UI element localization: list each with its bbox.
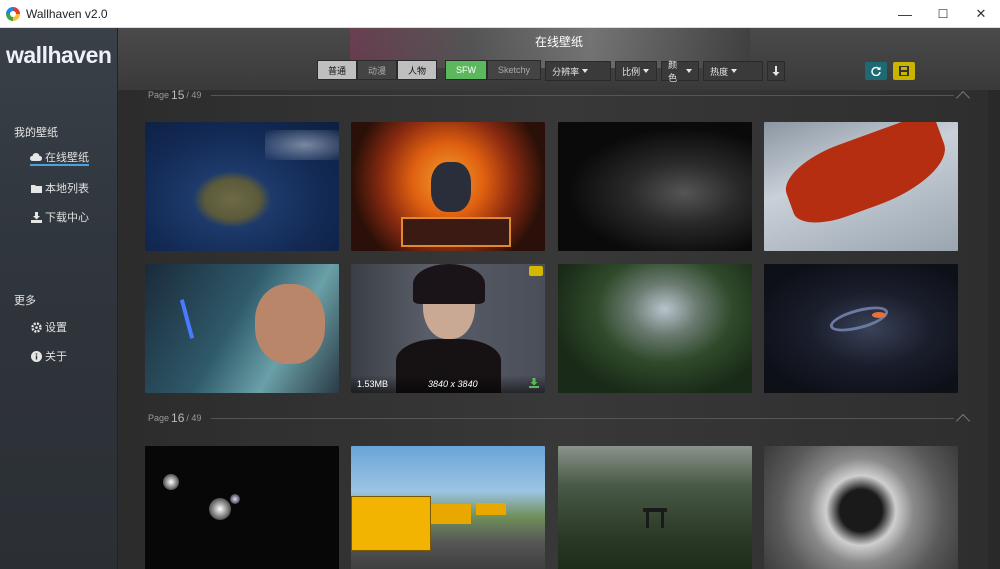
window-controls: — ☐ ✕	[886, 0, 1000, 28]
category-people-button[interactable]: 人物	[397, 60, 438, 80]
folder-icon	[30, 182, 42, 194]
minimize-button[interactable]: —	[886, 0, 924, 28]
close-button[interactable]: ✕	[962, 0, 1000, 28]
wallpaper-thumbnail[interactable]	[145, 264, 339, 393]
sidebar-item-online-wallpapers[interactable]: 在线壁纸	[30, 150, 89, 166]
gear-icon	[30, 321, 42, 333]
sidebar-item-label: 在线壁纸	[45, 151, 89, 164]
wallpaper-thumbnail[interactable]	[764, 446, 958, 569]
filter-toolbar: 普通 动漫 人物 SFW Sketchy 分辨率 比例 颜色 热度	[317, 60, 786, 83]
maximize-button[interactable]: ☐	[924, 0, 962, 28]
sidebar: wallhaven 我的壁纸 在线壁纸 本地列表 下载中心 更多 设置 关于	[0, 28, 118, 569]
sort-direction-button[interactable]	[767, 61, 786, 81]
chevron-down-icon	[686, 69, 693, 73]
sidebar-item-about[interactable]: 关于	[30, 348, 67, 364]
sidebar-item-label: 下载中心	[45, 212, 89, 224]
resolution-label: 分辨率	[552, 66, 580, 77]
wallpaper-thumbnail[interactable]	[351, 122, 545, 251]
chevron-down-icon	[582, 69, 589, 73]
wallpaper-thumbnail[interactable]	[764, 264, 958, 393]
ratio-label: 比例	[622, 66, 641, 77]
app-logo-icon	[6, 6, 20, 21]
arrow-down-icon	[772, 66, 780, 76]
purity-sketchy-button[interactable]: Sketchy	[487, 60, 542, 80]
page-divider-16: Page 16 / 49	[148, 411, 971, 429]
thumbnail-file-size: 1.53MB	[357, 379, 389, 389]
scrollbar[interactable]	[988, 90, 1000, 569]
download-icon[interactable]	[529, 377, 539, 391]
cloud-icon	[30, 151, 42, 163]
chevron-up-icon[interactable]	[955, 413, 971, 429]
info-icon	[30, 350, 42, 362]
title-bar: Wallhaven v2.0 — ☐ ✕	[0, 0, 1000, 28]
refresh-icon	[871, 66, 881, 76]
wallpaper-thumbnail[interactable]: 1.53MB 3840 x 3840	[351, 264, 545, 393]
category-anime-button[interactable]: 动漫	[357, 60, 398, 80]
my-wallpapers-heading: 我的壁纸	[14, 127, 58, 139]
color-label: 颜色	[668, 60, 678, 83]
chevron-down-icon	[731, 69, 738, 73]
wallpaper-thumbnail[interactable]	[558, 264, 752, 393]
page-prefix: Page	[148, 90, 170, 100]
divider-line	[211, 417, 954, 419]
sidebar-item-download-center[interactable]: 下载中心	[30, 209, 89, 225]
sidebar-item-label: 关于	[45, 351, 67, 363]
category-general-button[interactable]: 普通	[317, 60, 358, 80]
chevron-up-icon[interactable]	[955, 90, 971, 106]
divider-line	[211, 94, 954, 96]
category-group: 普通 动漫 人物	[317, 60, 438, 82]
purity-group: SFW Sketchy	[445, 60, 542, 82]
page-title: 在线壁纸	[534, 35, 583, 49]
sidebar-item-local-list[interactable]: 本地列表	[30, 180, 89, 196]
app-window: Wallhaven v2.0 — ☐ ✕ wallhaven 我的壁纸 在线壁纸…	[0, 0, 1000, 569]
window-title: Wallhaven v2.0	[26, 6, 108, 21]
save-button[interactable]	[893, 62, 915, 80]
sort-label: 热度	[710, 66, 729, 77]
more-heading: 更多	[14, 295, 36, 307]
brand-logo: wallhaven	[6, 42, 112, 68]
sidebar-item-label: 设置	[45, 322, 67, 334]
thumbnail-resolution: 3840 x 3840	[428, 379, 478, 389]
page-prefix: Page	[148, 413, 170, 423]
resolution-dropdown[interactable]: 分辨率	[545, 61, 612, 81]
page-total: / 49	[186, 413, 202, 423]
page-number: 16	[171, 411, 185, 425]
chevron-down-icon	[643, 69, 650, 73]
sort-dropdown[interactable]: 热度	[703, 61, 764, 81]
wallpaper-thumbnail[interactable]	[764, 122, 958, 251]
favorite-badge-icon[interactable]	[529, 266, 543, 276]
sidebar-item-settings[interactable]: 设置	[30, 319, 67, 335]
refresh-button[interactable]	[865, 62, 887, 80]
main-content: 在线壁纸 普通 动漫 人物 SFW Sketchy 分辨率 比例 颜色 热度 P…	[118, 28, 1000, 569]
thumbnail-info-bar: 1.53MB 3840 x 3840	[351, 375, 545, 393]
page-total: / 49	[186, 90, 202, 100]
sidebar-item-label: 本地列表	[45, 183, 89, 195]
wallpaper-thumbnail[interactable]	[558, 122, 752, 251]
purity-sfw-button[interactable]: SFW	[445, 60, 488, 80]
ratio-dropdown[interactable]: 比例	[615, 61, 658, 81]
color-dropdown[interactable]: 颜色	[661, 60, 700, 83]
wallpaper-thumbnail[interactable]	[145, 122, 339, 251]
page-number: 15	[171, 88, 185, 102]
wallpaper-thumbnail[interactable]	[145, 446, 339, 569]
page-divider-15: Page 15 / 49	[148, 88, 971, 106]
wallpaper-thumbnail[interactable]	[558, 446, 752, 569]
wallpaper-thumbnail[interactable]	[351, 446, 545, 569]
download-icon	[30, 211, 42, 223]
save-icon	[899, 66, 909, 76]
